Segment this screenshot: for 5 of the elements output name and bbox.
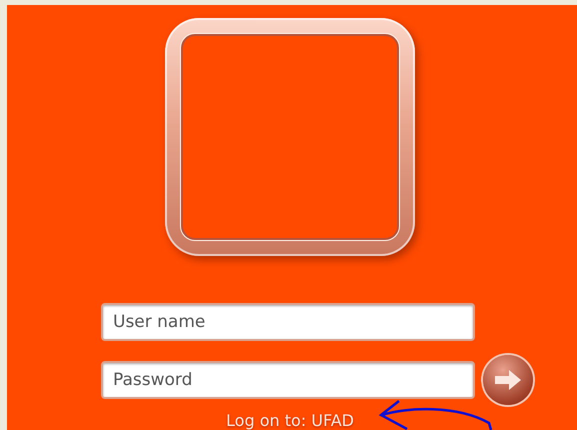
username-field[interactable]: User name xyxy=(101,303,475,341)
submit-button[interactable] xyxy=(483,355,533,405)
logon-domain-label: Log on to: UFAD xyxy=(226,411,354,430)
arrow-icon xyxy=(493,368,523,392)
password-field[interactable]: Password xyxy=(101,361,475,399)
